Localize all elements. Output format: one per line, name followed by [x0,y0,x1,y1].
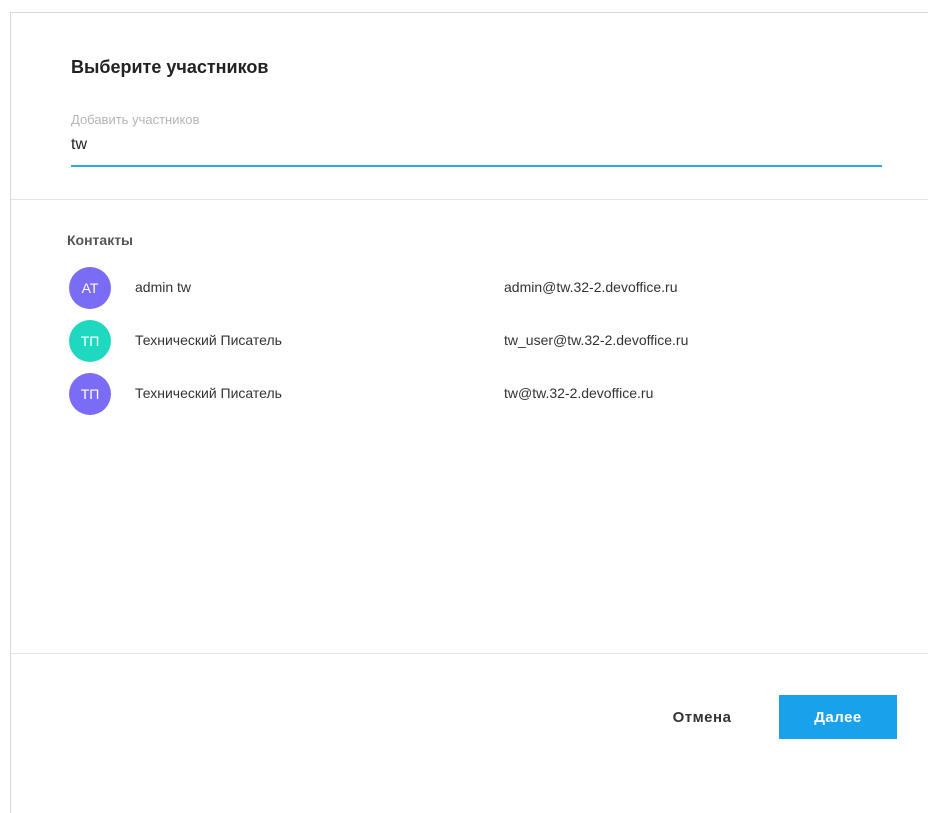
contacts-heading: Контакты [67,232,134,248]
footer-divider [11,653,928,654]
add-participants-field[interactable]: Добавить участников [71,109,882,169]
contact-name: Технический Писатель [135,332,282,348]
contact-item[interactable]: ТП Технический Писатель tw_user@tw.32-2.… [69,319,909,372]
add-participants-input[interactable] [71,131,882,159]
contact-email: admin@tw.32-2.devoffice.ru [504,279,678,295]
add-participants-label: Добавить участников [71,112,200,127]
input-underline [71,165,882,167]
contact-email: tw@tw.32-2.devoffice.ru [504,385,654,401]
avatar: ТП [69,320,111,362]
next-button[interactable]: Далее [779,695,897,739]
contact-item[interactable]: ТП Технический Писатель tw@tw.32-2.devof… [69,372,909,425]
dialog-title: Выберите участников [71,57,269,77]
contact-email: tw_user@tw.32-2.devoffice.ru [504,332,689,348]
avatar: AT [69,267,111,309]
contact-name: Технический Писатель [135,385,282,401]
header-divider [11,199,928,200]
contact-item[interactable]: AT admin tw admin@tw.32-2.devoffice.ru [69,266,909,319]
select-participants-dialog: Выберите участников Добавить участников … [10,12,928,813]
avatar: ТП [69,373,111,415]
cancel-button[interactable]: Отмена [657,695,747,739]
contact-name: admin tw [135,279,192,295]
contacts-list: AT admin tw admin@tw.32-2.devoffice.ru Т… [69,266,909,425]
